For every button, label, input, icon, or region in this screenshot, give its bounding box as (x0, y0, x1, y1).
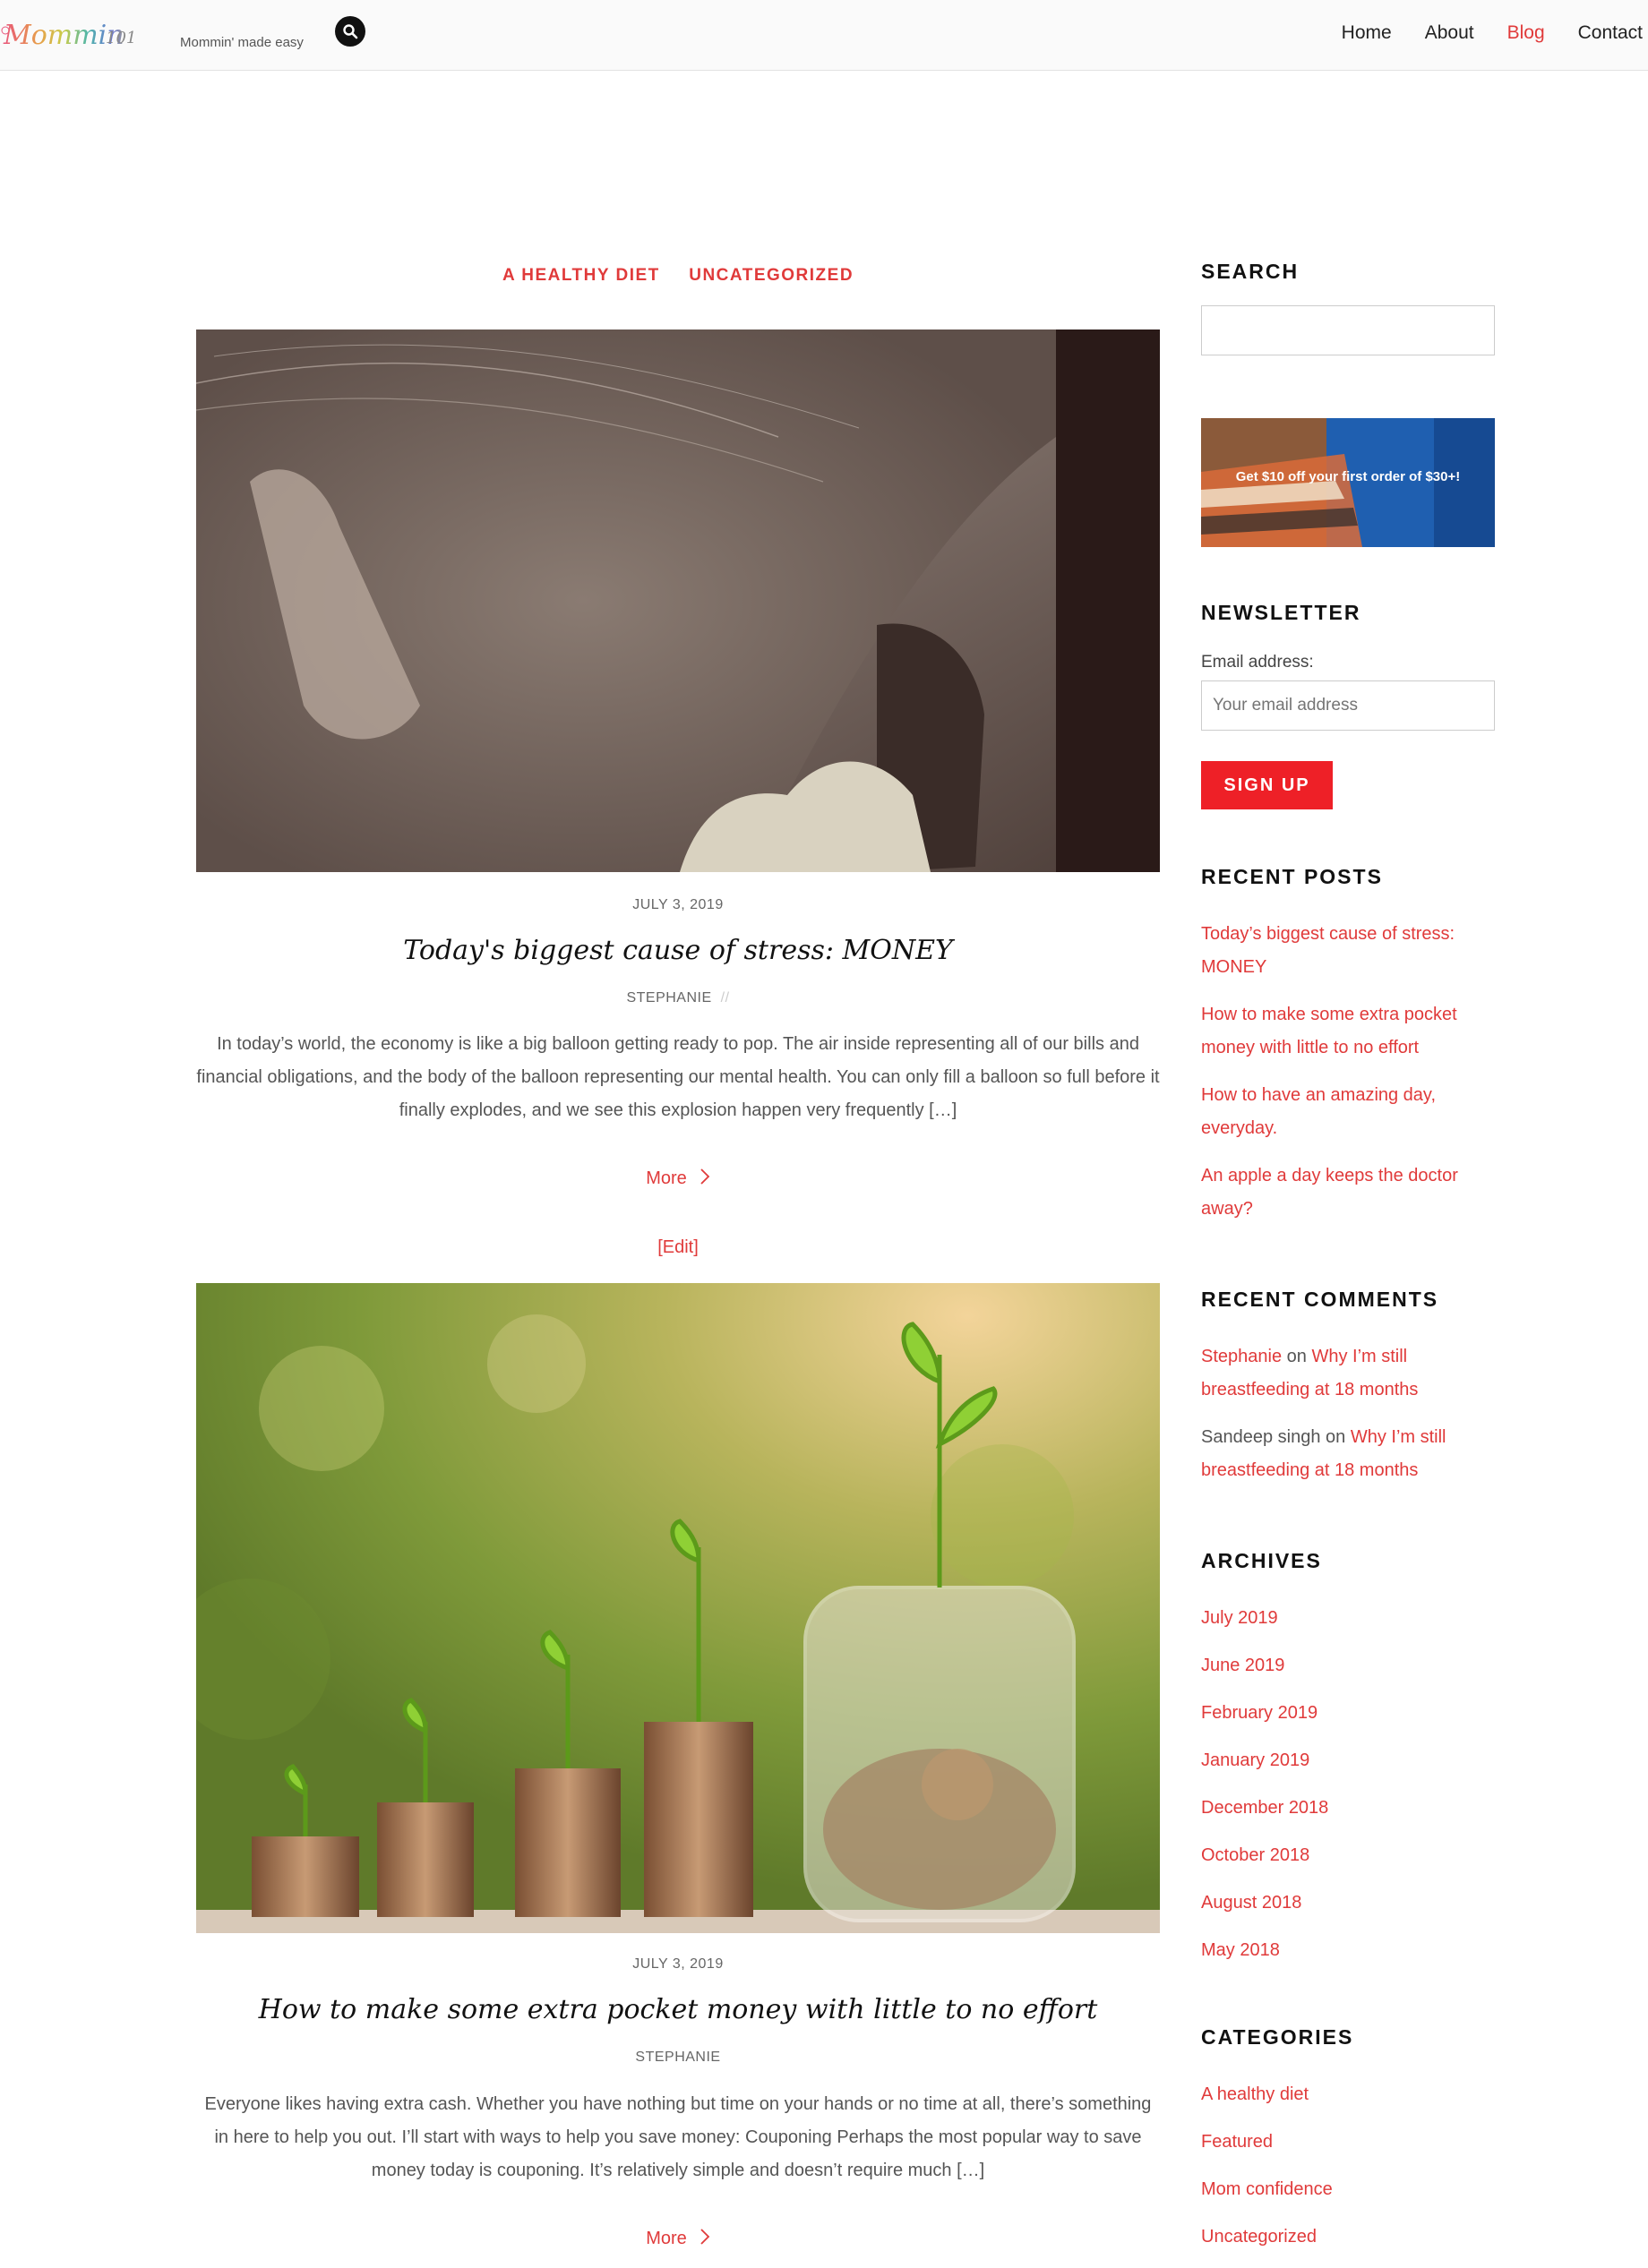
list-item: How to have an amazing day, everyday. (1201, 1079, 1497, 1145)
list-item: A healthy diet (1201, 2078, 1497, 2111)
more-link[interactable]: More (196, 2228, 1160, 2251)
post-categories: A HEALTHY DIET UNCATEGORIZED (196, 266, 1160, 286)
site-tagline: Mommin' made easy (180, 35, 304, 50)
list-item: June 2019 (1201, 1649, 1497, 1682)
list-item: July 2019 (1201, 1602, 1497, 1635)
sidebar-search-input[interactable] (1201, 305, 1495, 355)
archives-list: July 2019 June 2019 February 2019 Januar… (1201, 1602, 1497, 1981)
main-nav: Home About Blog Contact (1309, 20, 1648, 47)
archive-link[interactable]: July 2019 (1201, 1608, 1278, 1628)
nav-contact[interactable]: Contact (1578, 20, 1643, 47)
newsletter-title: NEWSLETTER (1201, 601, 1361, 624)
post-author: STEPHANIE // (196, 990, 1160, 1006)
email-field[interactable] (1201, 680, 1495, 731)
list-item: Stephanie on Why I’m still breastfeeding… (1201, 1340, 1497, 1407)
list-item: October 2018 (1201, 1839, 1497, 1872)
nav-blog[interactable]: Blog (1507, 20, 1545, 47)
chevron-right-icon (700, 2228, 710, 2251)
list-item: An apple a day keeps the doctor away? (1201, 1160, 1497, 1226)
category-link-uncategorized[interactable]: UNCATEGORIZED (689, 266, 854, 285)
archive-link[interactable]: January 2019 (1201, 1750, 1309, 1770)
post-title[interactable]: How to make some extra pocket money with… (196, 1994, 1160, 2025)
nav-home[interactable]: Home (1342, 20, 1392, 47)
list-item: Mom confidence (1201, 2173, 1497, 2206)
category-link[interactable]: Uncategorized (1201, 2227, 1317, 2247)
recent-comments-list: Stephanie on Why I’m still breastfeeding… (1201, 1340, 1497, 1502)
archive-link[interactable]: May 2018 (1201, 1940, 1280, 1960)
recent-post-link[interactable]: An apple a day keeps the doctor away? (1201, 1166, 1458, 1219)
list-item: Sandeep singh on Why I’m still breastfee… (1201, 1421, 1497, 1487)
post-excerpt: Everyone likes having extra cash. Whethe… (204, 2094, 1152, 2180)
archive-link[interactable]: December 2018 (1201, 1798, 1328, 1818)
list-item: December 2018 (1201, 1792, 1497, 1825)
recent-comments-title: RECENT COMMENTS (1201, 1288, 1439, 1311)
post-author-name[interactable]: STEPHANIE (626, 990, 711, 1006)
site-header: Mommin 101 Mommin' made easy Home About … (0, 0, 1648, 71)
list-item: Featured (1201, 2126, 1497, 2159)
post-date: JULY 3, 2019 (632, 897, 724, 912)
search-widget-title: SEARCH (1201, 260, 1300, 283)
recent-post-link[interactable]: How to have an amazing day, everyday. (1201, 1085, 1436, 1138)
comment-on-text: on (1326, 1427, 1346, 1447)
more-link-label: More (646, 2229, 687, 2248)
list-item: Uncategorized (1201, 2221, 1497, 2254)
list-item: How to make some extra pocket money with… (1201, 998, 1497, 1065)
post-date: JULY 3, 2019 (632, 1956, 724, 1972)
archive-link[interactable]: October 2018 (1201, 1845, 1309, 1865)
recent-post-link[interactable]: How to make some extra pocket money with… (1201, 1005, 1457, 1057)
post-title[interactable]: Today's biggest cause of stress: MONEY (196, 935, 1160, 966)
post-author-name[interactable]: STEPHANIE (635, 2050, 720, 2065)
archive-link[interactable]: August 2018 (1201, 1893, 1301, 1913)
category-link[interactable]: Featured (1201, 2132, 1273, 2152)
list-item: May 2018 (1201, 1934, 1497, 1967)
list-item: January 2019 (1201, 1744, 1497, 1777)
recent-post-link[interactable]: Today’s biggest cause of stress: MONEY (1201, 924, 1455, 977)
comment-on-text: on (1286, 1347, 1307, 1366)
categories-list: A healthy diet Featured Mom confidence U… (1201, 2078, 1497, 2268)
site-logo[interactable]: Mommin 101 (0, 13, 143, 57)
promo-banner-text: Get $10 off your first order of $30+! (1236, 469, 1460, 484)
list-item: August 2018 (1201, 1887, 1497, 1920)
categories-title: CATEGORIES (1201, 2025, 1354, 2049)
recent-posts-title: RECENT POSTS (1201, 865, 1383, 888)
comment-author-link[interactable]: Stephanie (1201, 1347, 1282, 1366)
comment-author: Sandeep singh (1201, 1427, 1321, 1447)
signup-button[interactable]: SIGN UP (1201, 761, 1333, 809)
svg-text:101: 101 (106, 29, 136, 47)
search-icon[interactable] (335, 16, 365, 47)
post-author: STEPHANIE (196, 2050, 1160, 2066)
archive-link[interactable]: June 2019 (1201, 1656, 1284, 1675)
archives-title: ARCHIVES (1201, 1549, 1322, 1572)
list-item: February 2019 (1201, 1697, 1497, 1730)
category-link[interactable]: A healthy diet (1201, 2084, 1309, 2104)
email-label: Email address: (1201, 653, 1314, 672)
chevron-right-icon (700, 1168, 710, 1191)
nav-about[interactable]: About (1425, 20, 1474, 47)
more-link[interactable]: More (196, 1168, 1160, 1191)
list-item: Today’s biggest cause of stress: MONEY (1201, 918, 1497, 984)
recent-posts-list: Today’s biggest cause of stress: MONEY H… (1201, 918, 1497, 1240)
archive-link[interactable]: February 2019 (1201, 1703, 1318, 1723)
category-link-healthy-diet[interactable]: A HEALTHY DIET (502, 266, 660, 285)
edit-link[interactable]: [Edit] (196, 1237, 1160, 1258)
post-excerpt: In today’s world, the economy is like a … (196, 1034, 1160, 1120)
promo-banner[interactable]: Get $10 off your first order of $30+! (1201, 418, 1495, 547)
category-link[interactable]: Mom confidence (1201, 2179, 1333, 2199)
author-separator: // (720, 990, 730, 1006)
more-link-label: More (646, 1168, 687, 1188)
post-image-stressed-woman[interactable] (196, 330, 1160, 872)
post-image-coins-plants[interactable] (196, 1283, 1160, 1933)
